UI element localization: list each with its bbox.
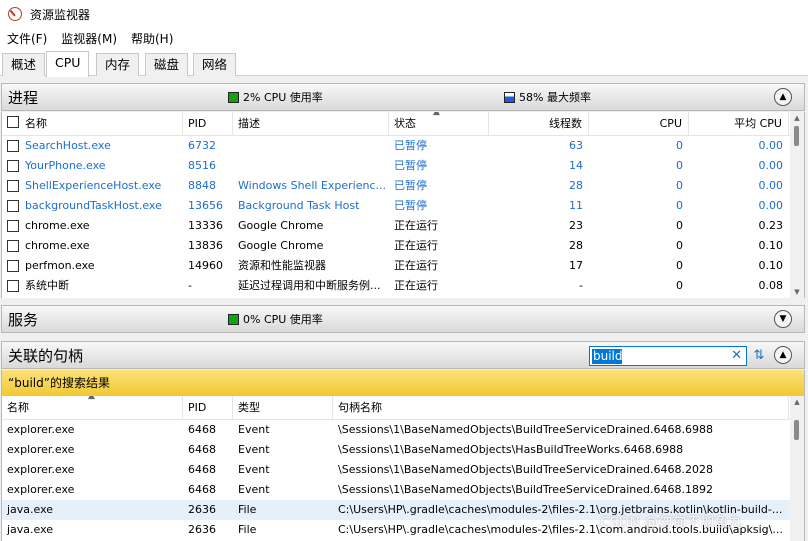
handles-scrollbar[interactable]: ▲ bbox=[790, 396, 804, 541]
handle-search-box[interactable]: build ✕ bbox=[589, 346, 747, 366]
scroll-up-icon[interactable]: ▲ bbox=[790, 114, 804, 122]
table-row[interactable]: 系统中断 - 延迟过程调用和中断服务例... 正在运行 - 0 0.08 bbox=[2, 276, 804, 296]
tab-network[interactable]: 网络 bbox=[193, 53, 237, 76]
services-header[interactable]: 服务 0% CPU 使用率 ▼ bbox=[1, 305, 805, 333]
table-row[interactable]: ShellExperienceHost.exe 8848 Windows She… bbox=[2, 176, 804, 196]
resource-monitor-icon bbox=[8, 7, 22, 21]
processes-title: 进程 bbox=[8, 88, 39, 107]
processes-cpu-usage: 2% CPU 使用率 bbox=[228, 89, 323, 105]
handles-table-header: 名称 ▲ PID 类型 句柄名称 bbox=[2, 396, 804, 420]
refresh-icon[interactable]: ⇅ bbox=[750, 347, 768, 365]
processes-max-frequency: 58% 最大频率 bbox=[504, 89, 591, 105]
tab-cpu[interactable]: CPU bbox=[46, 51, 90, 77]
processes-table: 名称 PID 描述 状态 ▲ 线程数 CPU 平均 CPU SearchHost… bbox=[1, 112, 805, 298]
table-row[interactable]: explorer.exe 6468 Event \Sessions\1\Base… bbox=[2, 460, 804, 480]
menu-monitor[interactable]: 监视器(M) bbox=[54, 28, 124, 50]
table-row[interactable]: YourPhone.exe 8516 已暂停 14 0 0.00 bbox=[2, 156, 804, 176]
processes-scroll-thumb[interactable] bbox=[794, 126, 799, 146]
row-checkbox[interactable] bbox=[7, 200, 19, 212]
menu-bar: 文件(F) 监视器(M) 帮助(H) bbox=[0, 28, 808, 50]
row-checkbox[interactable] bbox=[7, 280, 19, 292]
processes-scrollbar[interactable]: ▲ ▼ bbox=[790, 112, 804, 298]
chevron-down-icon: ▼ bbox=[779, 313, 787, 324]
tab-overview[interactable]: 概述 bbox=[2, 53, 46, 76]
row-checkbox[interactable] bbox=[7, 260, 19, 272]
col-description[interactable]: 描述 bbox=[233, 112, 389, 136]
table-row[interactable]: chrome.exe 13836 Google Chrome 正在运行 28 0… bbox=[2, 236, 804, 256]
cpu-usage-swatch bbox=[228, 91, 239, 103]
sort-up-icon: ▲ bbox=[88, 396, 95, 401]
clear-search-icon[interactable]: ✕ bbox=[731, 348, 742, 363]
tab-bar: 概述 CPU 内存 磁盘 网络 bbox=[0, 50, 808, 77]
select-all-checkbox[interactable] bbox=[7, 116, 19, 128]
search-result-banner: “build”的搜索结果 bbox=[1, 370, 805, 396]
chevron-up-icon: ▲ bbox=[779, 349, 787, 360]
col-name[interactable]: 名称 bbox=[20, 112, 183, 136]
col-avg-cpu[interactable]: 平均 CPU bbox=[689, 112, 789, 136]
table-row[interactable]: perfmon.exe 14960 资源和性能监视器 正在运行 17 0 0.1… bbox=[2, 256, 804, 276]
handles-collapse-button[interactable]: ▲ bbox=[774, 346, 792, 364]
scroll-up-icon[interactable]: ▲ bbox=[790, 398, 804, 406]
col-handle-pid[interactable]: PID bbox=[183, 396, 233, 420]
services-cpu-swatch bbox=[228, 313, 239, 325]
table-row[interactable]: SearchHost.exe 6732 已暂停 63 0 0.00 bbox=[2, 136, 804, 156]
handles-scroll-thumb[interactable] bbox=[794, 420, 799, 440]
table-row[interactable]: explorer.exe 6468 Event \Sessions\1\Base… bbox=[2, 480, 804, 500]
services-cpu-usage: 0% CPU 使用率 bbox=[228, 311, 323, 327]
tab-disk[interactable]: 磁盘 bbox=[145, 53, 189, 76]
menu-file[interactable]: 文件(F) bbox=[0, 28, 54, 50]
services-title: 服务 bbox=[8, 310, 39, 329]
col-handle-type[interactable]: 类型 bbox=[233, 396, 333, 420]
menu-help[interactable]: 帮助(H) bbox=[124, 28, 180, 50]
table-row[interactable]: backgroundTaskHost.exe 13656 Background … bbox=[2, 196, 804, 216]
sort-up-icon: ▲ bbox=[433, 112, 440, 117]
table-row[interactable]: explorer.exe 6468 Event \Sessions\1\Base… bbox=[2, 420, 804, 440]
handle-search-selection: build bbox=[592, 349, 623, 364]
handles-header[interactable]: 关联的句柄 build ✕ ⇅ ▲ bbox=[1, 341, 805, 369]
row-checkbox[interactable] bbox=[7, 220, 19, 232]
table-row[interactable]: explorer.exe 6468 Event \Sessions\1\Base… bbox=[2, 440, 804, 460]
row-checkbox[interactable] bbox=[7, 180, 19, 192]
chevron-up-icon: ▲ bbox=[779, 91, 787, 102]
title-bar: 资源监视器 bbox=[0, 0, 808, 28]
watermark: CSDN @勿甸不加鱼丸 bbox=[600, 515, 743, 531]
window-title: 资源监视器 bbox=[30, 7, 91, 22]
row-checkbox[interactable] bbox=[7, 240, 19, 252]
row-checkbox[interactable] bbox=[7, 160, 19, 172]
handles-title: 关联的句柄 bbox=[8, 346, 84, 365]
tab-memory[interactable]: 内存 bbox=[96, 53, 140, 76]
processes-table-header: 名称 PID 描述 状态 ▲ 线程数 CPU 平均 CPU bbox=[2, 112, 804, 136]
processes-collapse-button[interactable]: ▲ bbox=[774, 88, 792, 106]
row-checkbox[interactable] bbox=[7, 140, 19, 152]
processes-header[interactable]: 进程 2% CPU 使用率 58% 最大频率 ▲ bbox=[1, 83, 805, 111]
scroll-down-icon[interactable]: ▼ bbox=[790, 288, 804, 296]
table-row[interactable]: chrome.exe 13336 Google Chrome 正在运行 23 0… bbox=[2, 216, 804, 236]
col-cpu[interactable]: CPU bbox=[589, 112, 689, 136]
services-expand-button[interactable]: ▼ bbox=[774, 310, 792, 328]
col-pid[interactable]: PID bbox=[183, 112, 233, 136]
col-handle-name[interactable]: 句柄名称 bbox=[333, 396, 789, 420]
max-frequency-swatch bbox=[504, 91, 515, 103]
col-threads[interactable]: 线程数 bbox=[489, 112, 589, 136]
